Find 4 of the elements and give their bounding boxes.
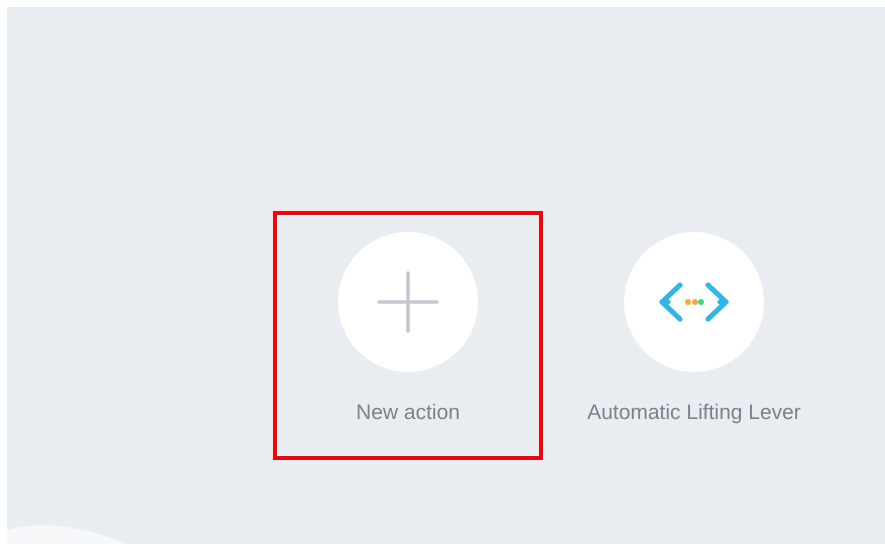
plus-icon xyxy=(377,271,439,333)
action-label: New action xyxy=(356,401,460,425)
double-arrow-icon xyxy=(658,281,730,323)
action-label: Automatic Lifting Lever xyxy=(587,401,801,425)
